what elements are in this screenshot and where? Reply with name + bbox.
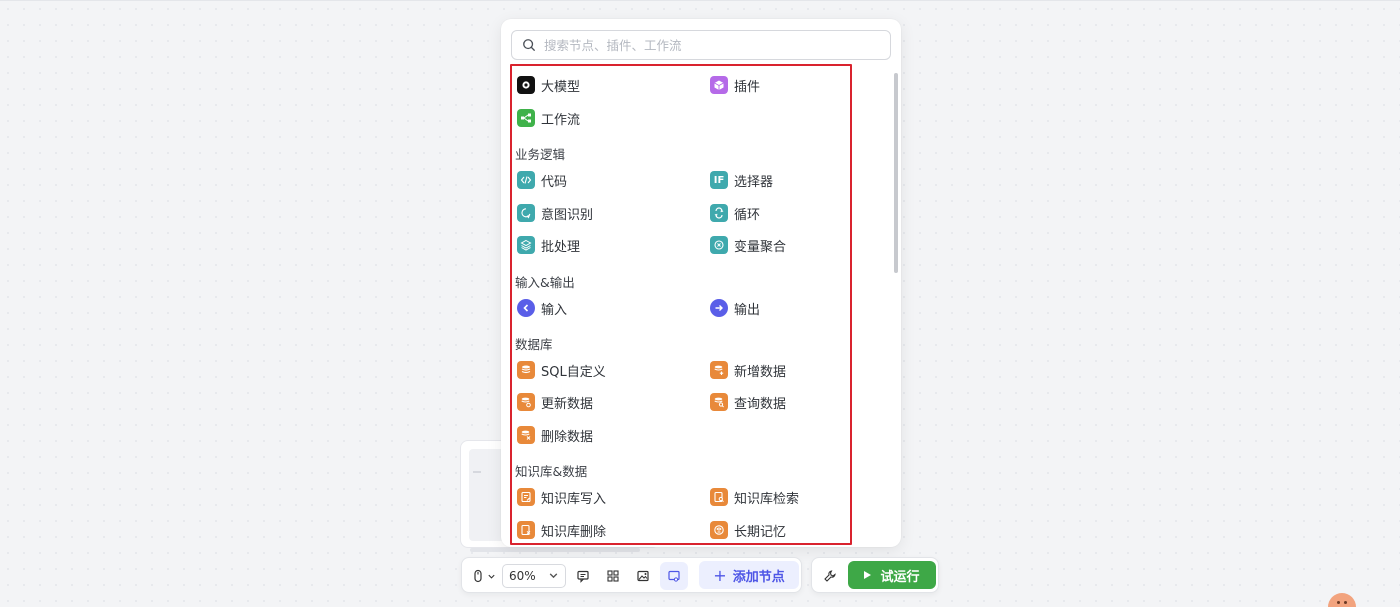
mouse-icon	[473, 569, 482, 583]
node-item-add-data[interactable]: 新增数据	[710, 359, 786, 381]
panel-icon	[668, 570, 680, 582]
node-label: 查询数据	[734, 396, 787, 412]
canvas-scroll-indicator	[470, 548, 640, 552]
section-title-database: 数据库	[515, 337, 553, 352]
intent-icon	[517, 204, 535, 222]
node-item-query-data[interactable]: 查询数据	[710, 391, 786, 413]
zoom-select[interactable]: 60%	[502, 564, 566, 588]
node-item-intent[interactable]: 意图识别	[517, 202, 593, 224]
node-label: 删除数据	[541, 429, 594, 445]
node-item-long-term-memory[interactable]: 长期记忆	[710, 519, 786, 541]
llm-icon	[517, 76, 535, 94]
debug-tools-button[interactable]	[816, 562, 844, 590]
node-label: 新增数据	[734, 364, 787, 380]
knowledge-delete-icon	[517, 521, 535, 539]
node-label: 知识库写入	[541, 491, 607, 507]
node-label: 代码	[541, 174, 568, 190]
zoom-value: 60%	[509, 569, 536, 583]
auto-layout-button[interactable]	[600, 562, 626, 590]
database-update-icon	[517, 393, 535, 411]
plugin-icon	[710, 76, 728, 94]
play-icon	[864, 571, 872, 579]
node-search-box[interactable]	[511, 30, 891, 60]
node-label: SQL自定义	[541, 364, 606, 380]
if-icon: IF	[710, 171, 728, 189]
image-icon	[637, 570, 649, 582]
add-node-panel: 大模型 插件 工作流 业务逻辑 代码 IF 选择器 意图识别 循环 批处理 变量…	[501, 19, 901, 547]
workflow-icon	[517, 109, 535, 127]
node-item-plugin[interactable]: 插件	[710, 74, 760, 96]
batch-icon	[517, 236, 535, 254]
test-run-button[interactable]: 试运行	[848, 561, 936, 589]
search-icon	[523, 39, 535, 51]
node-item-code[interactable]: 代码	[517, 169, 567, 191]
database-add-icon	[710, 361, 728, 379]
node-panel-toggle-button[interactable]	[660, 562, 688, 590]
code-icon	[517, 171, 535, 189]
section-title-business-logic: 业务逻辑	[515, 147, 566, 162]
knowledge-write-icon	[517, 488, 535, 506]
node-item-variable-merge[interactable]: 变量聚合	[710, 234, 786, 256]
node-item-batch[interactable]: 批处理	[517, 234, 580, 256]
node-item-delete-data[interactable]: 删除数据	[517, 424, 593, 446]
node-item-knowledge-delete[interactable]: 知识库删除	[517, 519, 606, 541]
add-node-button[interactable]: + 添加节点	[699, 561, 799, 589]
comment-button[interactable]	[570, 562, 596, 590]
node-item-update-data[interactable]: 更新数据	[517, 391, 593, 413]
section-title-input-output: 输入&输出	[515, 275, 575, 290]
comment-icon	[577, 570, 589, 583]
test-run-label: 试运行	[880, 569, 920, 585]
loop-icon	[710, 204, 728, 222]
database-delete-icon	[517, 426, 535, 444]
panel-scrollbar[interactable]	[894, 73, 898, 273]
node-item-selector[interactable]: IF 选择器	[710, 169, 773, 191]
database-query-icon	[710, 393, 728, 411]
node-label: 知识库删除	[541, 524, 607, 540]
grid-icon	[607, 570, 619, 582]
chevron-down-icon	[549, 573, 558, 579]
node-item-knowledge-search[interactable]: 知识库检索	[710, 486, 799, 508]
long-term-memory-icon	[710, 521, 728, 539]
knowledge-search-icon	[710, 488, 728, 506]
output-icon	[710, 299, 728, 317]
node-label: 知识库检索	[734, 491, 800, 507]
wrench-icon	[824, 570, 836, 582]
interaction-mode-dropdown[interactable]	[468, 562, 498, 590]
node-item-sql-custom[interactable]: SQL自定义	[517, 359, 606, 381]
node-label: 选择器	[734, 174, 774, 190]
node-label: 循环	[734, 207, 761, 223]
node-label: 插件	[734, 79, 761, 95]
node-item-output[interactable]: 输出	[710, 297, 760, 319]
node-label: 意图识别	[541, 207, 594, 223]
node-label: 变量聚合	[734, 239, 787, 255]
chevron-down-icon	[487, 574, 495, 579]
node-item-knowledge-write[interactable]: 知识库写入	[517, 486, 606, 508]
search-input[interactable]	[544, 37, 864, 53]
canvas-toolbar: 60% + 添加节点	[461, 557, 802, 593]
minimap-button[interactable]	[630, 562, 656, 590]
section-title-knowledge: 知识库&数据	[515, 464, 588, 479]
plus-icon: +	[713, 565, 727, 585]
input-icon	[517, 299, 535, 317]
node-label: 工作流	[541, 112, 581, 128]
run-toolbar: 试运行	[811, 557, 939, 593]
node-label: 批处理	[541, 239, 581, 255]
node-label: 更新数据	[541, 396, 594, 412]
node-label: 大模型	[541, 79, 581, 95]
node-item-llm[interactable]: 大模型	[517, 74, 580, 96]
node-item-loop[interactable]: 循环	[710, 202, 760, 224]
node-label: 输出	[734, 302, 761, 318]
node-item-input[interactable]: 输入	[517, 297, 567, 319]
node-label: 输入	[541, 302, 568, 318]
node-label: 长期记忆	[734, 524, 787, 540]
variable-merge-icon	[710, 236, 728, 254]
add-node-label: 添加节点	[732, 569, 785, 585]
node-item-workflow[interactable]: 工作流	[517, 107, 580, 129]
database-sql-icon	[517, 361, 535, 379]
